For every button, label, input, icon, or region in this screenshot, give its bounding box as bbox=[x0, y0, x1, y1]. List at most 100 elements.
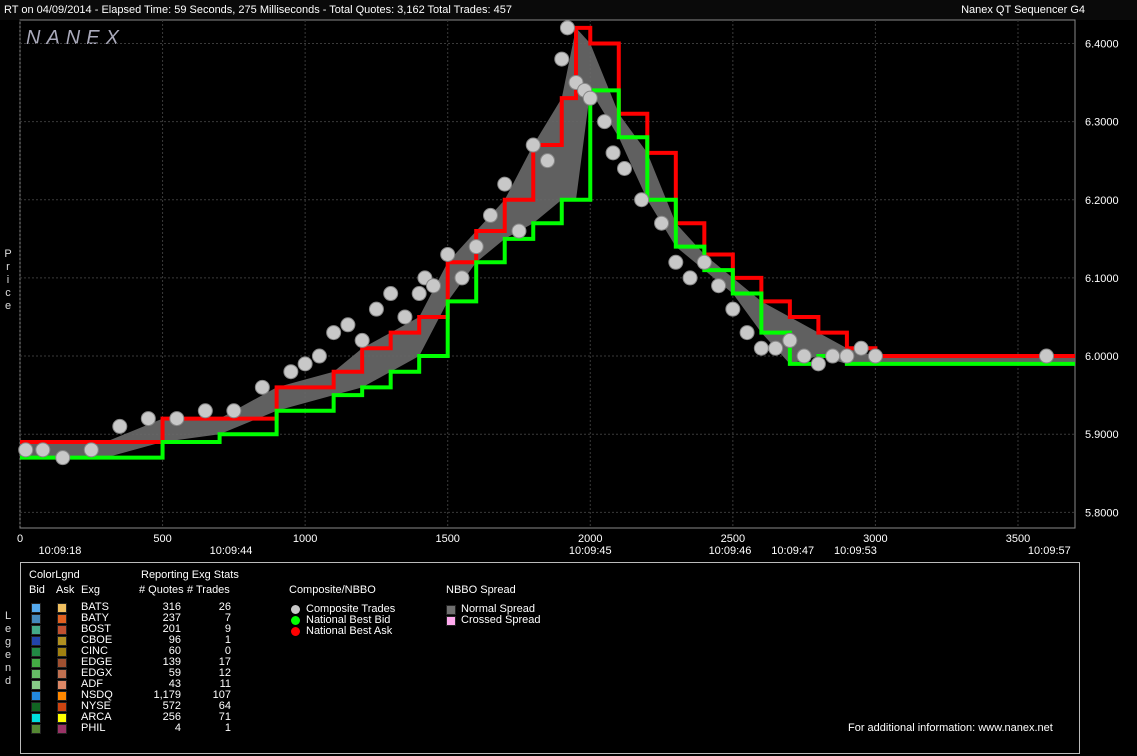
legend-bid-swatch bbox=[31, 669, 41, 679]
legend-spread-swatch bbox=[446, 616, 456, 626]
legend-quotes-count: 4 bbox=[174, 722, 181, 734]
plot-area bbox=[19, 19, 1076, 529]
legend-composite-swatch bbox=[291, 627, 300, 636]
composite-trade-point bbox=[468, 239, 484, 255]
legend-bid-swatch bbox=[31, 680, 41, 690]
composite-title: Composite/NBBO bbox=[289, 584, 376, 596]
composite-trade-point bbox=[768, 340, 784, 356]
composite-trade-point bbox=[853, 340, 869, 356]
composite-trade-point bbox=[554, 51, 570, 67]
time-label: 10:09:57 bbox=[1028, 545, 1071, 557]
composite-trade-point bbox=[739, 325, 755, 341]
composite-trade-point bbox=[753, 340, 769, 356]
composite-trade-point bbox=[169, 411, 185, 427]
composite-trade-point bbox=[725, 301, 741, 317]
legend-ask-swatch bbox=[57, 669, 67, 679]
composite-trade-point bbox=[197, 403, 213, 419]
composite-trade-point bbox=[354, 332, 370, 348]
nanex-logo: NANEX bbox=[26, 27, 125, 49]
composite-trade-point bbox=[311, 348, 327, 364]
legend-composite-swatch bbox=[291, 616, 300, 625]
legend-bid-swatch bbox=[31, 603, 41, 613]
x-tick-label: 0 bbox=[17, 533, 23, 545]
composite-trade-point bbox=[825, 348, 841, 364]
legend-ask-swatch bbox=[57, 724, 67, 734]
composite-trade-point bbox=[540, 153, 555, 169]
composite-trade-point bbox=[582, 90, 598, 106]
x-tick-label: 2500 bbox=[721, 533, 745, 545]
legend-bid-swatch bbox=[31, 724, 41, 734]
y-tick-label: 6.4000 bbox=[1085, 38, 1119, 50]
composite-trade-point bbox=[226, 403, 242, 419]
x-tick-label: 500 bbox=[153, 533, 171, 545]
legend-bid-swatch bbox=[31, 636, 41, 646]
col-exg: Exg bbox=[81, 584, 100, 596]
legend-ask-swatch bbox=[57, 680, 67, 690]
composite-trade-point bbox=[18, 442, 34, 458]
price-chart: NANEX 6.4000 6.3000 6.2000 6.1000 6.0000 5.900… bbox=[17, 19, 1119, 557]
legend-ask-swatch bbox=[57, 636, 67, 646]
legend-composite-swatch bbox=[291, 605, 300, 614]
composite-trade-point bbox=[605, 145, 621, 161]
y-tick-label: 6.3000 bbox=[1085, 117, 1119, 129]
legend-bid-swatch bbox=[31, 658, 41, 668]
legend-ask-swatch bbox=[57, 691, 67, 701]
composite-trade-point bbox=[867, 348, 883, 364]
col-ask: Ask bbox=[56, 584, 75, 596]
x-tick-label: 1500 bbox=[435, 533, 459, 545]
composite-trade-point bbox=[340, 317, 356, 333]
composite-trade-point bbox=[782, 332, 798, 348]
legend-ask-swatch bbox=[57, 713, 67, 723]
legend-ask-swatch bbox=[57, 658, 67, 668]
composite-trade-point bbox=[525, 137, 541, 153]
composite-trade-point bbox=[326, 325, 342, 341]
composite-trade-point bbox=[55, 450, 71, 466]
legend-trades-count: 1 bbox=[224, 722, 231, 734]
composite-trade-point bbox=[440, 246, 456, 262]
spread-title: NBBO Spread bbox=[446, 584, 516, 596]
legend-spread-swatch bbox=[446, 605, 456, 615]
composite-trade-point bbox=[711, 278, 727, 294]
composite-trade-point bbox=[654, 215, 670, 231]
composite-trade-point bbox=[559, 20, 575, 36]
composite-trade-point bbox=[511, 223, 527, 239]
col-bid: Bid bbox=[29, 584, 45, 596]
legend-ask-swatch bbox=[57, 702, 67, 712]
composite-trade-point bbox=[368, 301, 384, 317]
legend-ask-swatch bbox=[57, 647, 67, 657]
legend-ask-swatch bbox=[57, 614, 67, 624]
composite-trade-point bbox=[482, 207, 498, 223]
composite-trade-point bbox=[83, 442, 99, 458]
composite-trade-point bbox=[839, 348, 855, 364]
composite-trade-point bbox=[497, 176, 513, 192]
colorlgnd-title: ColorLgnd bbox=[29, 569, 80, 581]
x-tick-label: 3500 bbox=[1006, 533, 1030, 545]
composite-trade-point bbox=[682, 270, 698, 286]
composite-trade-point bbox=[297, 356, 313, 372]
composite-trade-point bbox=[696, 254, 712, 270]
y-tick-label: 5.9000 bbox=[1085, 429, 1119, 441]
composite-trade-point bbox=[383, 286, 399, 302]
time-label: 10:09:46 bbox=[709, 545, 752, 557]
legend-bid-swatch bbox=[31, 614, 41, 624]
composite-trade-point bbox=[35, 442, 51, 458]
legend-bid-swatch bbox=[31, 647, 41, 657]
composite-trade-point bbox=[597, 114, 613, 130]
y-tick-label: 6.0000 bbox=[1085, 351, 1119, 363]
y-tick-label: 5.8000 bbox=[1085, 507, 1119, 519]
composite-trade-point bbox=[425, 278, 441, 294]
col-trades: # Trades bbox=[187, 584, 230, 596]
time-label: 10:09:53 bbox=[834, 545, 877, 557]
price-side-label: Price bbox=[4, 248, 12, 312]
composite-trade-point bbox=[283, 364, 299, 380]
legend-composite-label: National Best Ask bbox=[306, 625, 393, 637]
time-label: 10:09:44 bbox=[210, 545, 253, 557]
x-tick-label: 3000 bbox=[863, 533, 887, 545]
legend-spread-label: Crossed Spread bbox=[461, 614, 541, 626]
composite-trade-point bbox=[397, 309, 413, 325]
time-label: 10:09:18 bbox=[39, 545, 82, 557]
legend-bid-swatch bbox=[31, 625, 41, 635]
composite-trade-point bbox=[810, 356, 826, 372]
legend-exchange-name: PHIL bbox=[81, 722, 106, 734]
composite-trade-point bbox=[112, 418, 128, 434]
